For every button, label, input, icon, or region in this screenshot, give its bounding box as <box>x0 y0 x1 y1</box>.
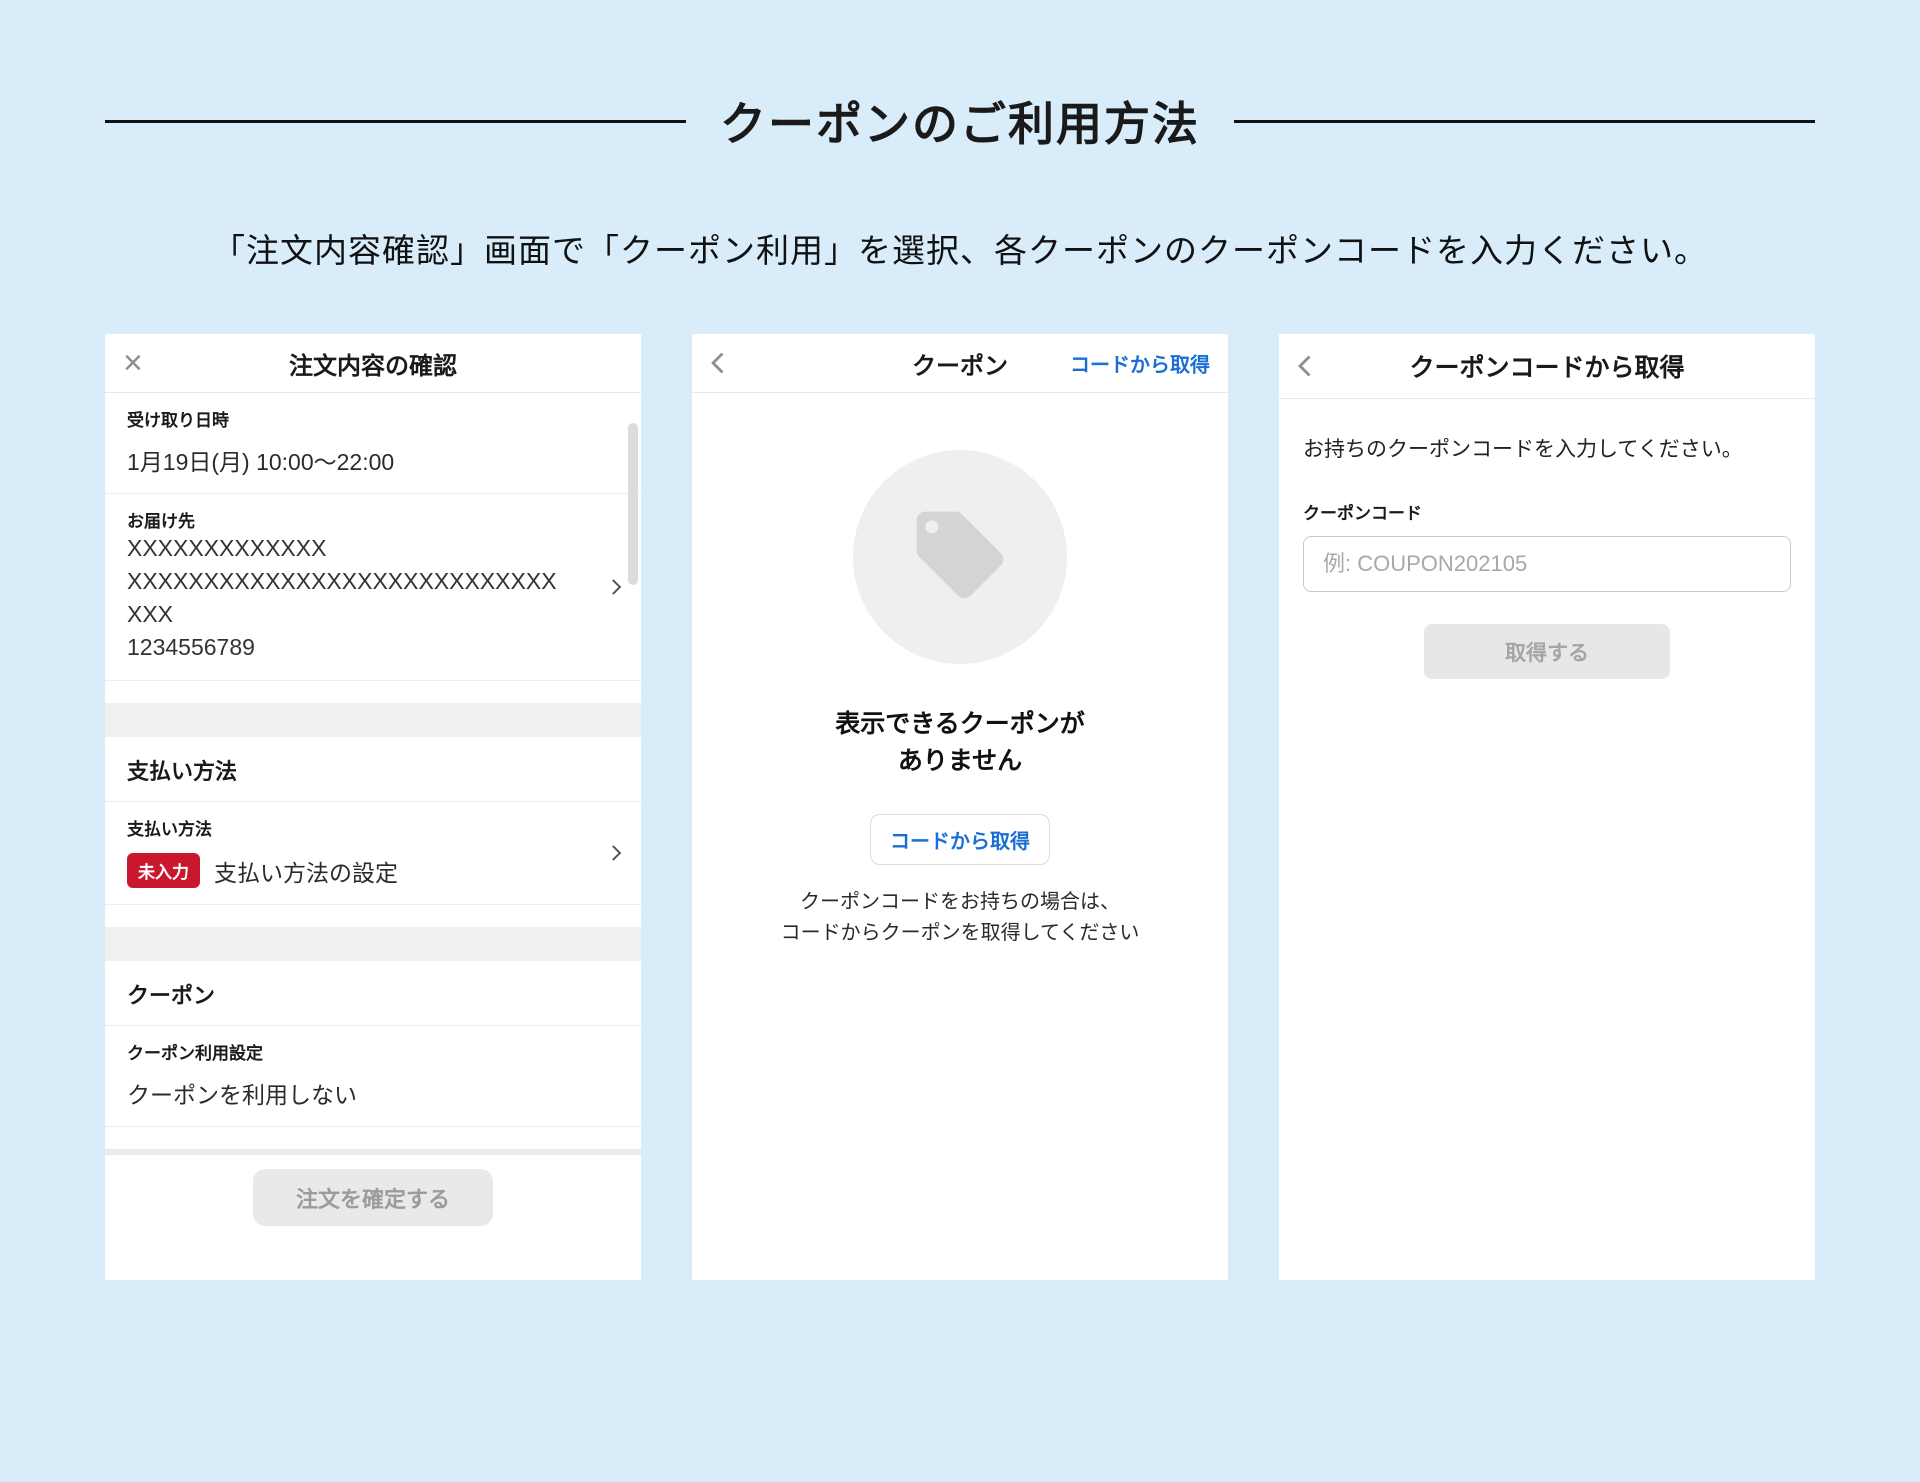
page-title: クーポンのご利用方法 <box>686 88 1234 154</box>
payment-section-title: 支払い方法 <box>105 737 641 802</box>
delivery-address-row[interactable]: お届け先 XXXXXXXXXXXXX XXXXXXXXXXXXXXXXXXXXX… <box>105 494 641 681</box>
tag-icon <box>908 503 1012 612</box>
divider <box>105 905 641 927</box>
back-icon[interactable] <box>1298 355 1319 376</box>
section-separator <box>105 927 641 961</box>
close-icon[interactable]: × <box>123 346 143 380</box>
coupon-code-input[interactable] <box>1303 536 1791 592</box>
delivery-label: お届け先 <box>127 507 589 532</box>
divider <box>105 1127 641 1149</box>
coupon-setting-value: クーポンを利用しない <box>127 1076 589 1110</box>
get-coupon-button[interactable]: 取得する <box>1424 624 1670 679</box>
title-rule-right <box>1234 120 1815 123</box>
payment-method-row[interactable]: 支払い方法 未入力 支払い方法の設定 <box>105 802 641 905</box>
delivery-line: XXX <box>127 598 589 631</box>
coupon-code-label: クーポンコード <box>1303 499 1791 524</box>
code-header: クーポンコードから取得 <box>1279 334 1815 399</box>
get-from-code-button[interactable]: コードから取得 <box>870 814 1050 865</box>
divider <box>105 681 641 703</box>
page-subtitle: 「注文内容確認」画面で「クーポン利用」を選択、各クーポンのクーポンコードを入力く… <box>0 224 1920 272</box>
section-separator <box>105 703 641 737</box>
page-header: クーポンのご利用方法 <box>0 88 1920 154</box>
back-icon[interactable] <box>711 352 732 373</box>
empty-title-line: 表示できるクーポンが <box>692 706 1228 743</box>
confirm-order-button[interactable]: 注文を確定する <box>253 1169 493 1226</box>
not-entered-badge: 未入力 <box>127 853 200 888</box>
screenshots-row: × 注文内容の確認 受け取り日時 1月19日(月) 10:00〜22:00 お届… <box>0 334 1920 1280</box>
coupon-setting-row: クーポン利用設定 クーポンを利用しない <box>105 1026 641 1127</box>
pickup-value: 1月19日(月) 10:00〜22:00 <box>127 443 589 477</box>
delivery-line: XXXXXXXXXXXXX <box>127 532 589 565</box>
chevron-right-icon <box>606 579 622 595</box>
code-instruction: お持ちのクーポンコードを入力してください。 <box>1303 433 1791 463</box>
chevron-right-icon <box>606 845 622 861</box>
coupon-list-screen: クーポン コードから取得 表示できるクーポンが ありません コードから取得 クー… <box>692 334 1228 1280</box>
scrollbar-thumb[interactable] <box>628 423 638 585</box>
empty-title-line: ありません <box>692 743 1228 780</box>
empty-state-title: 表示できるクーポンが ありません <box>692 706 1228 780</box>
coupon-setting-label: クーポン利用設定 <box>127 1039 589 1064</box>
order-header: × 注文内容の確認 <box>105 334 641 393</box>
empty-coupon-circle <box>853 450 1067 664</box>
payment-label: 支払い方法 <box>127 815 589 840</box>
title-rule-left <box>105 120 686 123</box>
order-title: 注文内容の確認 <box>289 346 457 381</box>
order-confirmation-screen: × 注文内容の確認 受け取り日時 1月19日(月) 10:00〜22:00 お届… <box>105 334 641 1280</box>
code-title: クーポンコードから取得 <box>1409 348 1684 384</box>
delivery-line: XXXXXXXXXXXXXXXXXXXXXXXXXXXX <box>127 565 589 598</box>
get-from-code-link[interactable]: コードから取得 <box>1070 349 1210 378</box>
coupon-section-title: クーポン <box>105 961 641 1026</box>
coupon-code-screen: クーポンコードから取得 お持ちのクーポンコードを入力してください。 クーポンコー… <box>1279 334 1815 1280</box>
delivery-line: 1234556789 <box>127 631 589 664</box>
coupon-header: クーポン コードから取得 <box>692 334 1228 393</box>
empty-state-description: クーポンコードをお持ちの場合は、 コードからクーポンを取得してください <box>692 887 1228 949</box>
pickup-label: 受け取り日時 <box>127 406 589 431</box>
description-line: クーポンコードをお持ちの場合は、 <box>692 887 1228 918</box>
coupon-title: クーポン <box>912 346 1008 381</box>
pickup-datetime-row: 受け取り日時 1月19日(月) 10:00〜22:00 <box>105 393 641 494</box>
payment-value: 支払い方法の設定 <box>214 854 398 888</box>
order-footer: 注文を確定する <box>105 1155 641 1226</box>
description-line: コードからクーポンを取得してください <box>692 918 1228 949</box>
